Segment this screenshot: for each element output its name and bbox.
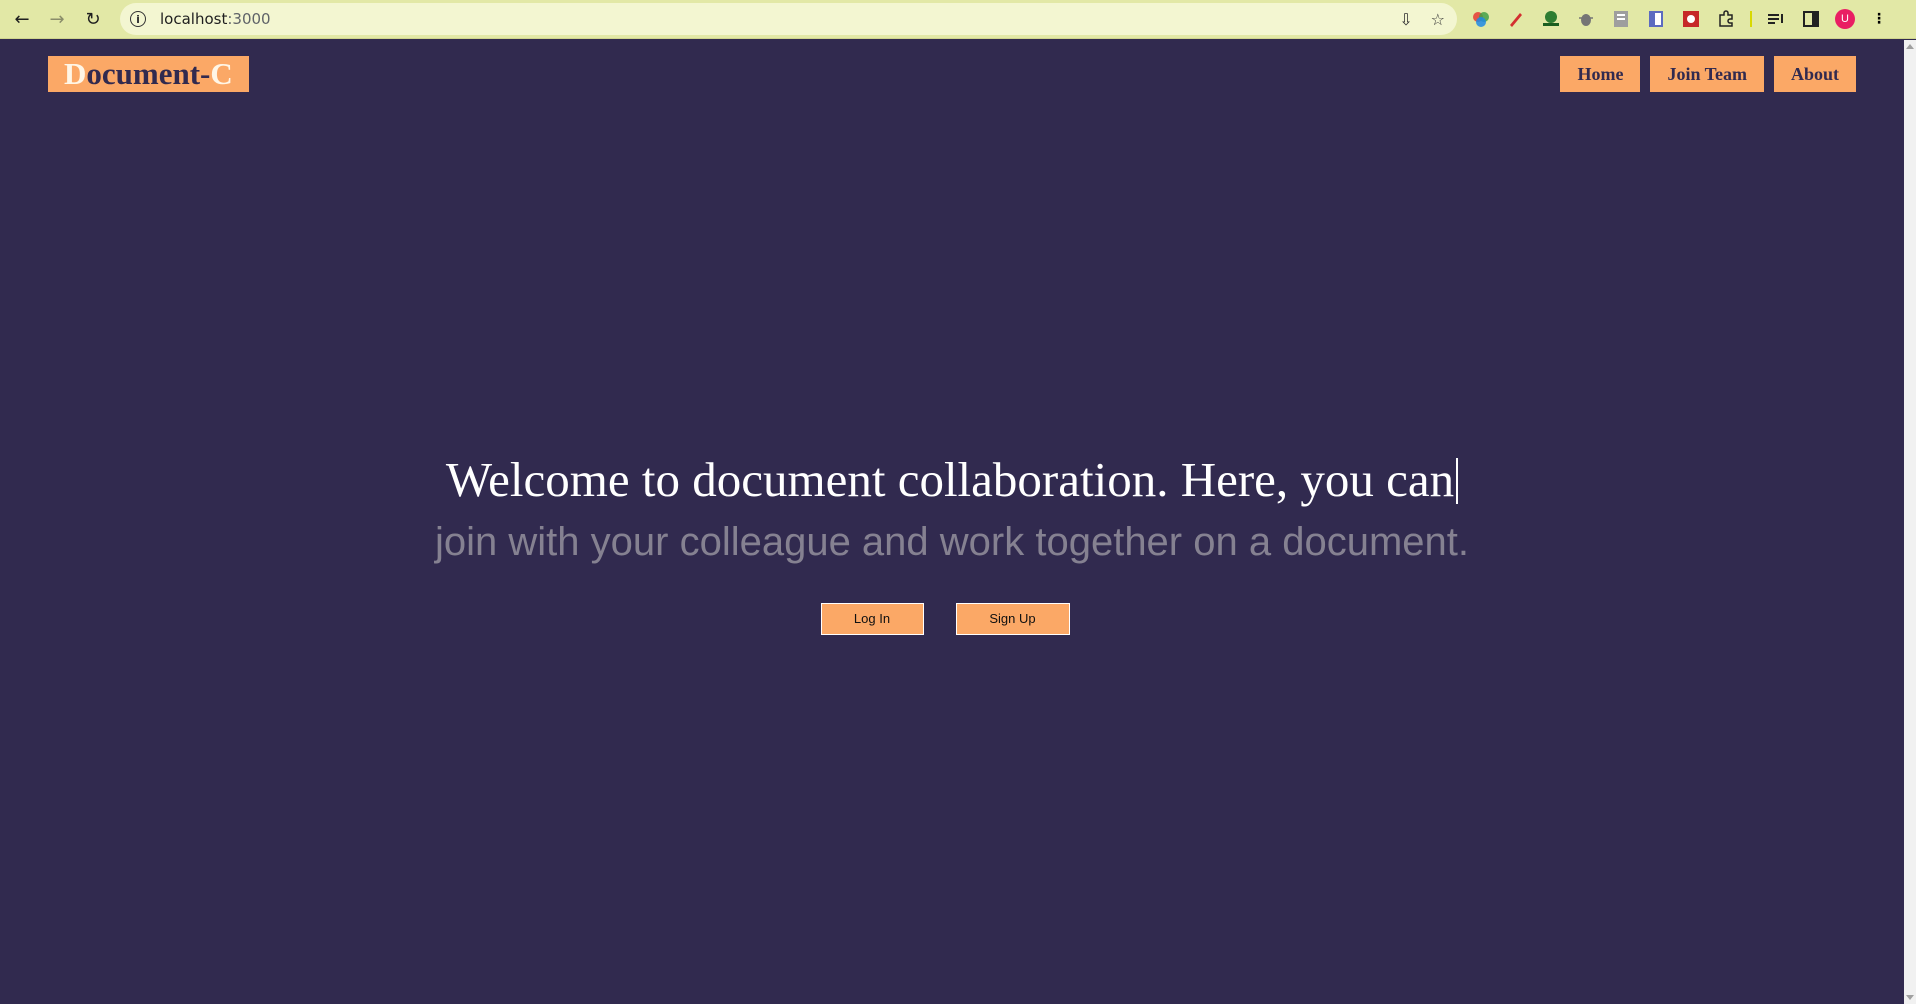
headline-text: Welcome to document collaboration. Here,… (445, 452, 1455, 507)
top-nav: Home Join Team About (1560, 56, 1856, 92)
playlist-icon[interactable] (1765, 8, 1787, 30)
reload-icon[interactable]: ↻ (76, 3, 110, 35)
page-content: Document-C Home Join Team About Welcome … (0, 40, 1904, 1004)
back-icon[interactable]: ← (5, 3, 39, 35)
extensions-bar: U ⋮ (1470, 3, 1890, 35)
page-scrollbar[interactable] (1904, 40, 1916, 1004)
login-button[interactable]: Log In (820, 603, 924, 635)
url-text[interactable]: localhost:3000 (160, 10, 271, 28)
hero-headline: Welcome to document collaboration. Here,… (0, 450, 1904, 510)
hero-actions: Log In Sign Up (0, 603, 1904, 635)
typing-cursor (1456, 458, 1459, 504)
site-info-icon[interactable]: i (130, 11, 146, 27)
url-host: localhost (160, 10, 228, 28)
docs-extension-icon[interactable] (1645, 8, 1667, 30)
scroll-down-arrow-icon[interactable] (1906, 995, 1914, 1000)
logo-letter-c: C (210, 56, 233, 91)
install-app-icon[interactable]: ⇩ (1399, 10, 1412, 29)
url-port: :3000 (227, 10, 271, 28)
profile-avatar[interactable]: U (1835, 9, 1855, 29)
scroll-up-arrow-icon[interactable] (1906, 44, 1914, 49)
bookmark-star-icon[interactable]: ☆ (1431, 10, 1445, 29)
pen-extension-icon[interactable] (1505, 8, 1527, 30)
puzzle-extensions-icon[interactable] (1715, 8, 1737, 30)
red-extension-icon[interactable] (1680, 8, 1702, 30)
nav-home[interactable]: Home (1560, 56, 1641, 92)
forward-icon[interactable]: → (40, 3, 74, 35)
site-logo[interactable]: Document-C (48, 56, 249, 92)
document-extension-icon[interactable] (1610, 8, 1632, 30)
nav-join-team[interactable]: Join Team (1650, 56, 1764, 92)
browser-toolbar: ← → ↻ i localhost:3000 ⇩ ☆ U ⋮ (0, 0, 1916, 39)
nav-about[interactable]: About (1773, 56, 1856, 92)
toolbar-separator (1750, 11, 1752, 27)
browser-menu-icon[interactable]: ⋮ (1868, 8, 1890, 30)
side-panel-icon[interactable] (1800, 8, 1822, 30)
logo-text: ocument- (86, 56, 211, 91)
signup-button[interactable]: Sign Up (955, 603, 1070, 635)
color-wheel-extension-icon[interactable] (1470, 8, 1492, 30)
address-bar[interactable]: i localhost:3000 ⇩ ☆ (120, 3, 1457, 35)
bug-extension-icon[interactable] (1575, 8, 1597, 30)
logo-letter-d: D (64, 56, 87, 91)
hero-subline: join with your colleague and work togeth… (435, 520, 1469, 564)
tree-extension-icon[interactable] (1540, 8, 1562, 30)
